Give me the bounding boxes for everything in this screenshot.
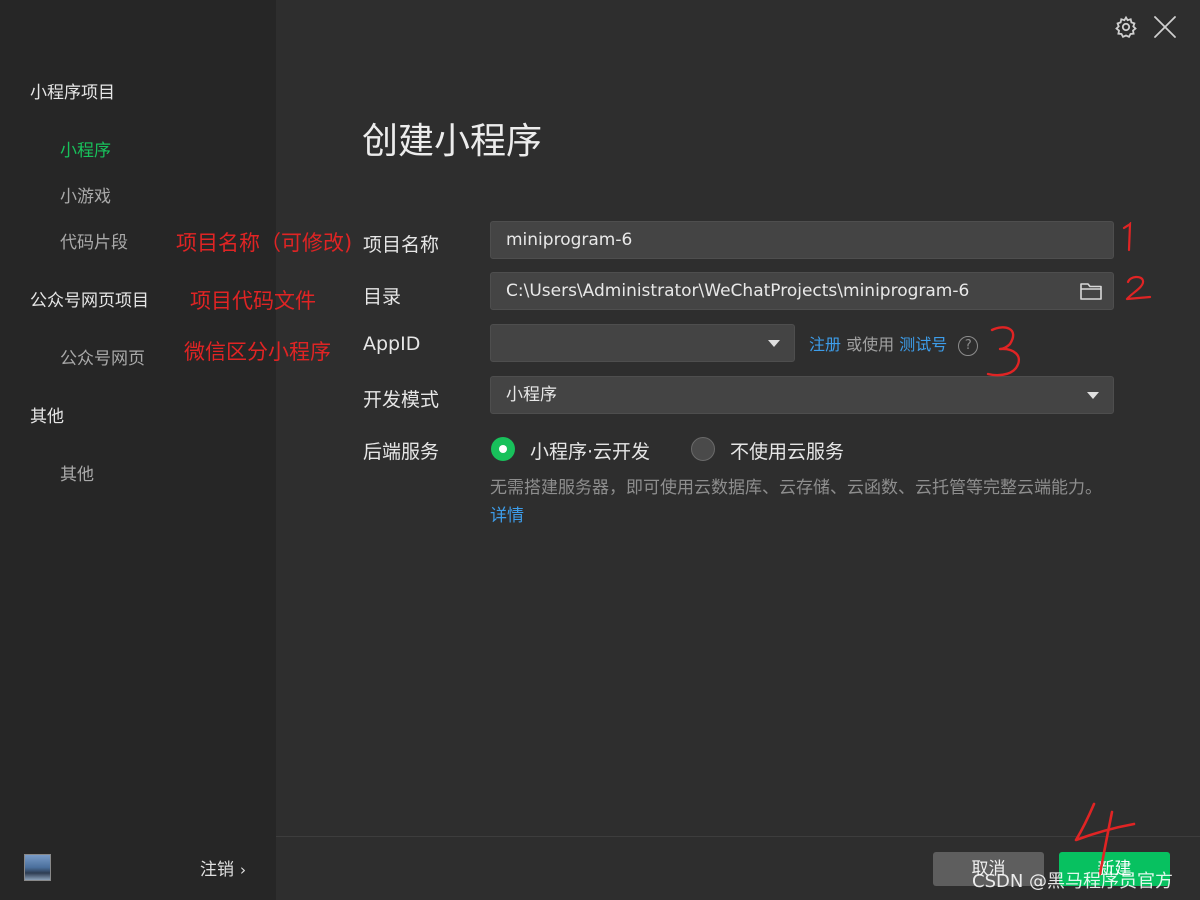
or-use-text: 或使用 xyxy=(846,335,895,354)
help-icon[interactable]: ? xyxy=(958,335,979,356)
backend-description: 无需搭建服务器，即可使用云数据库、云存储、云函数、云托管等完整云端能力。 详情 xyxy=(490,474,1115,530)
sidebar-section-other: 其他 xyxy=(30,407,64,427)
appid-select[interactable] xyxy=(490,324,795,362)
logout-label: 注销 xyxy=(200,860,234,880)
watermark: CSDN @黑马程序员官方 xyxy=(972,871,1174,892)
chevron-right-icon: › xyxy=(240,861,246,879)
details-link[interactable]: 详情 xyxy=(490,506,524,526)
sidebar-item-minigame[interactable]: 小游戏 xyxy=(60,182,111,207)
annotation-number-1 xyxy=(1122,222,1132,252)
directory-value: C:\Users\Administrator\WeChatProjects\mi… xyxy=(506,281,970,301)
annotation-number-2 xyxy=(1125,275,1152,301)
folder-icon[interactable] xyxy=(1079,281,1103,301)
page-title: 创建小程序 xyxy=(362,121,543,162)
annotation-number-4 xyxy=(1074,802,1136,876)
caret-down-icon xyxy=(1087,392,1099,399)
annotation-directory: 项目代码文件 xyxy=(190,289,316,313)
sidebar-section-official-account: 公众号网页项目 xyxy=(30,291,149,311)
project-name-label: 项目名称 xyxy=(363,234,440,256)
backend-description-text: 无需搭建服务器，即可使用云数据库、云存储、云函数、云托管等完整云端能力。 xyxy=(490,478,1102,498)
sidebar-item-other[interactable]: 其他 xyxy=(60,460,94,485)
appid-label: AppID xyxy=(363,333,421,355)
dev-mode-select[interactable]: 小程序 xyxy=(490,376,1114,414)
close-icon[interactable] xyxy=(1152,14,1178,40)
dev-mode-value: 小程序 xyxy=(506,385,557,405)
sidebar-item-code-snippet[interactable]: 代码片段 xyxy=(60,228,128,253)
annotation-number-3 xyxy=(986,326,1021,377)
radio-no-cloud-label[interactable]: 不使用云服务 xyxy=(730,437,844,464)
backend-label: 后端服务 xyxy=(363,441,440,463)
annotation-appid: 微信区分小程序 xyxy=(184,340,331,364)
register-link[interactable]: 注册 xyxy=(809,335,841,354)
dev-mode-label: 开发模式 xyxy=(363,389,440,411)
footer-divider xyxy=(276,836,1200,837)
appid-links: 注册 或使用 测试号 ? xyxy=(809,331,979,356)
directory-label: 目录 xyxy=(363,286,402,308)
sidebar: 小程序项目 小程序 小游戏 代码片段 公众号网页项目 公众号网页 其他 其他 注… xyxy=(0,0,276,900)
caret-down-icon xyxy=(768,340,780,347)
radio-cloud-dev-label[interactable]: 小程序·云开发 xyxy=(530,437,650,464)
directory-field[interactable]: C:\Users\Administrator\WeChatProjects\mi… xyxy=(490,272,1114,310)
sidebar-section-miniprogram-projects: 小程序项目 xyxy=(30,83,115,103)
test-account-link[interactable]: 测试号 xyxy=(899,335,947,354)
sidebar-item-official-account-web[interactable]: 公众号网页 xyxy=(60,344,145,369)
project-name-input[interactable] xyxy=(490,221,1114,259)
radio-no-cloud[interactable] xyxy=(691,437,715,461)
logout-button[interactable]: 注销 › xyxy=(200,855,246,880)
gear-icon[interactable] xyxy=(1114,15,1138,39)
sidebar-item-miniprogram[interactable]: 小程序 xyxy=(60,136,111,161)
avatar[interactable] xyxy=(24,854,51,881)
annotation-project-name: 项目名称（可修改) xyxy=(176,231,353,255)
radio-cloud-dev[interactable] xyxy=(491,437,515,461)
